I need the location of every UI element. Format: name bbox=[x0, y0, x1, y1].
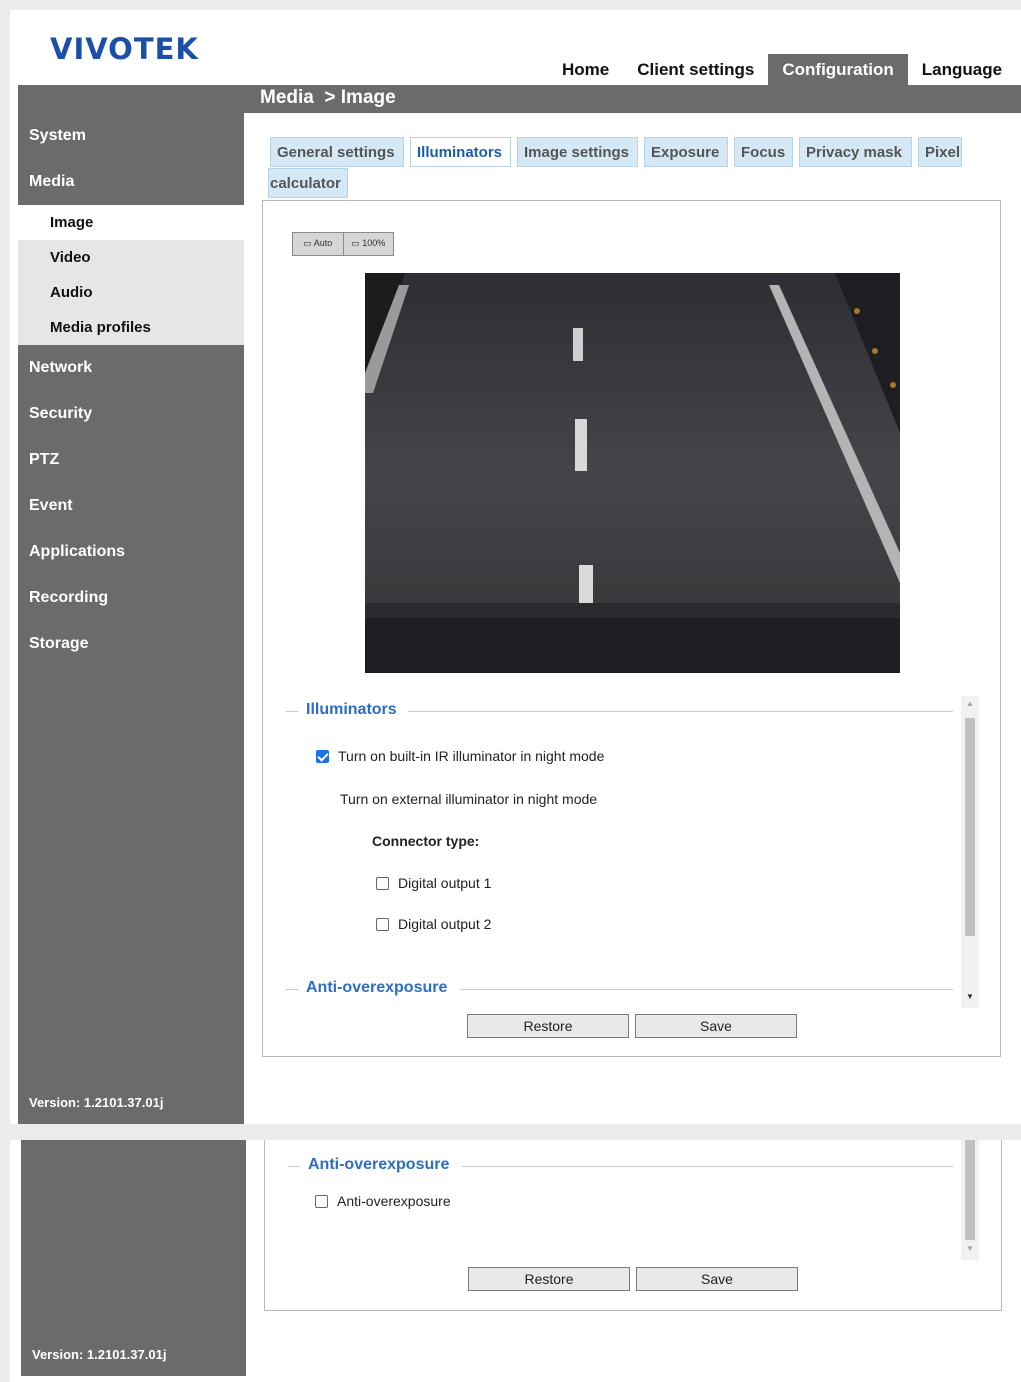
scrollbar-thumb[interactable] bbox=[965, 718, 975, 936]
sidebar-item-ptz[interactable]: PTZ bbox=[18, 437, 244, 483]
builtin-ir-option: Turn on built-in IR illuminator in night… bbox=[316, 748, 604, 764]
sidebar-item-network[interactable]: Network bbox=[18, 345, 244, 391]
sidebar-subitem-image[interactable]: Image bbox=[18, 205, 244, 240]
divider bbox=[462, 1166, 953, 1167]
sidebar-item-system[interactable]: System bbox=[18, 113, 244, 159]
save-button[interactable]: Save bbox=[635, 1014, 797, 1038]
nav-language[interactable]: Language bbox=[908, 54, 1016, 86]
media-submenu: Image Video Audio Media profiles bbox=[18, 205, 244, 345]
tab-pixel-calculator[interactable]: Pixel bbox=[918, 137, 962, 167]
top-navigation: Home Client settings Configuration Langu… bbox=[548, 54, 1016, 86]
bottom-screenshot: Version: 1.2101.37.01j Anti-overexposure… bbox=[10, 1140, 1021, 1382]
sidebar-item-storage[interactable]: Storage bbox=[18, 621, 244, 667]
builtin-ir-checkbox[interactable] bbox=[316, 749, 329, 763]
breadcrumb: Media > Image bbox=[260, 87, 396, 108]
scroll-up-arrow-icon[interactable]: ▲ bbox=[965, 699, 975, 708]
top-screenshot: VIVOTEK Home Client settings Configurati… bbox=[10, 10, 1021, 1124]
tab-pixel-calculator-wrap[interactable]: calculator bbox=[268, 168, 348, 198]
sidebar-scrolled: Version: 1.2101.37.01j bbox=[21, 1140, 246, 1376]
divider bbox=[286, 989, 298, 990]
illuminators-section-title: Illuminators bbox=[306, 701, 397, 718]
settings-scrollbar-scrolled[interactable]: ▼ bbox=[961, 1140, 979, 1260]
version-text: Version: 1.2101.37.01j bbox=[29, 1095, 164, 1110]
nav-client-settings[interactable]: Client settings bbox=[623, 54, 768, 86]
divider bbox=[460, 989, 953, 990]
settings-scrollbar[interactable]: ▲ ▼ bbox=[961, 696, 979, 1008]
tab-focus[interactable]: Focus bbox=[734, 137, 793, 167]
view-size-buttons: ▭ Auto ▭ 100% bbox=[292, 232, 394, 256]
view-auto-button[interactable]: ▭ Auto bbox=[293, 233, 343, 255]
digital-output-1-option: Digital output 1 bbox=[376, 875, 491, 891]
divider bbox=[288, 1166, 300, 1167]
scroll-down-arrow-icon[interactable]: ▼ bbox=[965, 1244, 975, 1253]
restore-button[interactable]: Restore bbox=[467, 1014, 629, 1038]
divider bbox=[286, 711, 298, 712]
tab-exposure[interactable]: Exposure bbox=[644, 137, 728, 167]
sidebar-item-event[interactable]: Event bbox=[18, 483, 244, 529]
header-bar bbox=[18, 85, 1021, 113]
sidebar-subitem-video[interactable]: Video bbox=[18, 240, 244, 275]
scrollbar-thumb[interactable] bbox=[965, 1140, 975, 1240]
digital-output-2-label: Digital output 2 bbox=[398, 916, 492, 932]
digital-output-2-checkbox[interactable] bbox=[376, 917, 389, 931]
divider bbox=[408, 711, 953, 712]
vivotek-logo: VIVOTEK bbox=[50, 32, 199, 66]
anti-overexposure-label: Anti-overexposure bbox=[337, 1193, 451, 1209]
view-100-label: 100% bbox=[362, 238, 386, 248]
sidebar-item-recording[interactable]: Recording bbox=[18, 575, 244, 621]
sidebar-item-media[interactable]: Media bbox=[18, 159, 244, 205]
scroll-down-arrow-icon[interactable]: ▼ bbox=[965, 992, 975, 1001]
external-illuminator-label: Turn on external illuminator in night mo… bbox=[340, 791, 598, 807]
anti-overexposure-checkbox[interactable] bbox=[315, 1194, 328, 1208]
tab-general-settings[interactable]: General settings bbox=[270, 137, 404, 167]
camera-live-view bbox=[365, 273, 900, 673]
version-text-scrolled: Version: 1.2101.37.01j bbox=[32, 1347, 167, 1362]
connector-type-label: Connector type: bbox=[372, 833, 480, 849]
digital-output-1-label: Digital output 1 bbox=[398, 875, 492, 891]
tab-image-settings[interactable]: Image settings bbox=[517, 137, 638, 167]
digital-output-2-option: Digital output 2 bbox=[376, 916, 491, 932]
sidebar-item-security[interactable]: Security bbox=[18, 391, 244, 437]
save-button-scrolled[interactable]: Save bbox=[636, 1267, 798, 1291]
sidebar: System Media Image Video Audio Media pro… bbox=[18, 113, 244, 1124]
view-auto-label: Auto bbox=[313, 238, 333, 248]
builtin-ir-label: Turn on built-in IR illuminator in night… bbox=[338, 748, 605, 764]
view-100-button[interactable]: ▭ 100% bbox=[342, 233, 394, 255]
nav-home[interactable]: Home bbox=[548, 54, 623, 86]
tab-illuminators[interactable]: Illuminators bbox=[410, 137, 511, 167]
anti-overexposure-section-title: Anti-overexposure bbox=[306, 979, 448, 996]
sidebar-subitem-media-profiles[interactable]: Media profiles bbox=[18, 310, 244, 345]
sidebar-item-applications[interactable]: Applications bbox=[18, 529, 244, 575]
anti-overexposure-section-title-scrolled: Anti-overexposure bbox=[308, 1156, 450, 1173]
tab-privacy-mask[interactable]: Privacy mask bbox=[799, 137, 912, 167]
restore-button-scrolled[interactable]: Restore bbox=[468, 1267, 630, 1291]
sidebar-subitem-audio[interactable]: Audio bbox=[18, 275, 244, 310]
digital-output-1-checkbox[interactable] bbox=[376, 876, 389, 890]
anti-overexposure-option: Anti-overexposure bbox=[315, 1193, 451, 1209]
nav-configuration[interactable]: Configuration bbox=[768, 54, 908, 86]
